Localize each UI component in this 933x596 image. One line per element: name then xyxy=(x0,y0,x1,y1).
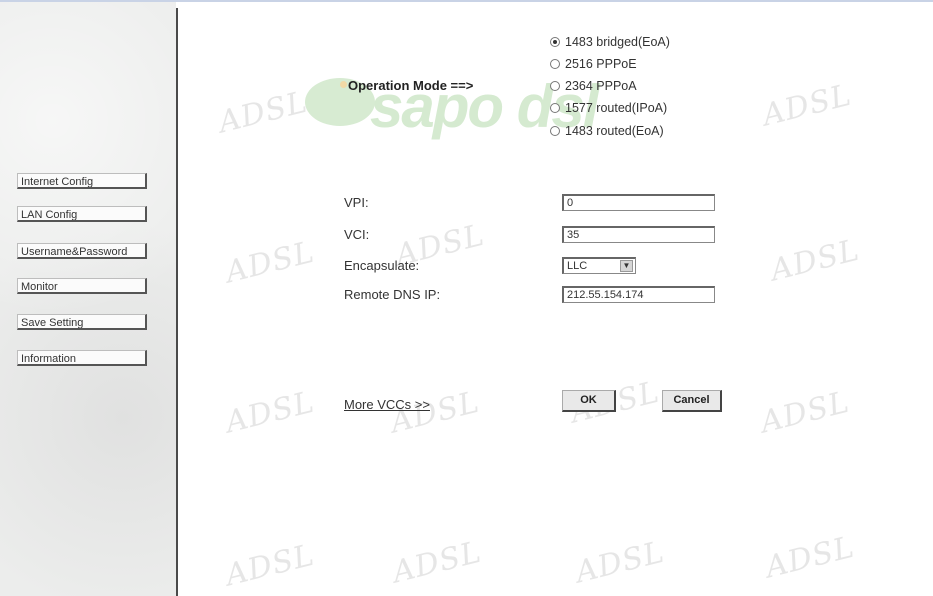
radio-label: 1483 bridged(EoA) xyxy=(565,35,670,49)
radio-icon[interactable] xyxy=(550,126,560,136)
remote-dns-label: Remote DNS IP: xyxy=(344,287,441,302)
radio-label: 2364 PPPoA xyxy=(565,79,637,93)
radio-1483-routed-eoa[interactable]: 1483 routed(EoA) xyxy=(550,124,664,138)
vci-label: VCI: xyxy=(344,227,370,242)
radio-icon[interactable] xyxy=(550,81,560,91)
radio-icon[interactable] xyxy=(550,103,560,113)
radio-1483-bridged[interactable]: 1483 bridged(EoA) xyxy=(550,35,670,49)
chevron-down-icon[interactable]: ▼ xyxy=(620,260,633,272)
remote-dns-input[interactable]: 212.55.154.174 xyxy=(562,286,715,303)
radio-2516-pppoe[interactable]: 2516 PPPoE xyxy=(550,57,637,71)
more-vccs-link[interactable]: More VCCs >> xyxy=(344,397,430,412)
radio-label: 1577 routed(IPoA) xyxy=(565,101,668,115)
vpi-label: VPI: xyxy=(344,195,369,210)
radio-icon[interactable] xyxy=(550,59,560,69)
sidebar: Internet Config LAN Config Username&Pass… xyxy=(0,2,176,596)
cancel-button[interactable]: Cancel xyxy=(662,390,722,412)
radio-checked-icon[interactable] xyxy=(550,37,560,47)
sidebar-item-username-password[interactable]: Username&Password xyxy=(17,243,147,259)
vci-input[interactable]: 35 xyxy=(562,226,715,243)
radio-1577-routed-ipoa[interactable]: 1577 routed(IPoA) xyxy=(550,101,667,115)
operation-mode-label: Operation Mode ==> xyxy=(348,78,474,93)
radio-label: 2516 PPPoE xyxy=(565,57,637,71)
sidebar-item-internet-config[interactable]: Internet Config xyxy=(17,173,147,189)
radio-label: 1483 routed(EoA) xyxy=(565,124,664,138)
encapsulate-label: Encapsulate: xyxy=(344,258,420,273)
bullet-icon xyxy=(340,81,347,88)
sidebar-item-information[interactable]: Information xyxy=(17,350,147,366)
vpi-input[interactable]: 0 xyxy=(562,194,715,211)
encapsulate-select[interactable]: LLC ▼ xyxy=(562,257,636,274)
sidebar-item-lan-config[interactable]: LAN Config xyxy=(17,206,147,222)
encapsulate-value: LLC xyxy=(567,260,588,272)
sidebar-item-monitor[interactable]: Monitor xyxy=(17,278,147,294)
ok-button[interactable]: OK xyxy=(562,390,616,412)
sidebar-item-save-setting[interactable]: Save Setting xyxy=(17,314,147,330)
radio-2364-pppoa[interactable]: 2364 PPPoA xyxy=(550,79,637,93)
